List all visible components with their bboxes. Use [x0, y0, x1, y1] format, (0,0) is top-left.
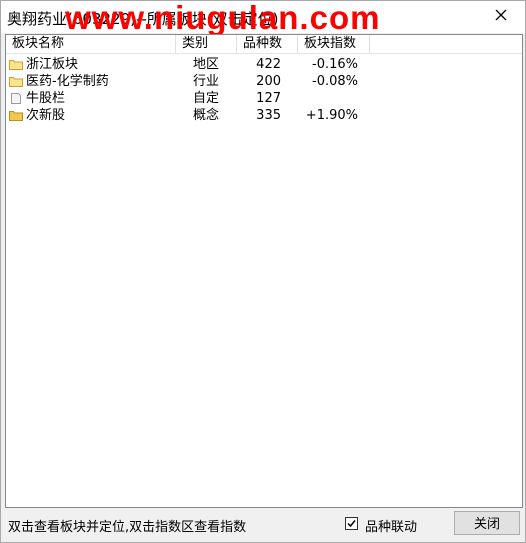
- close-button[interactable]: 关闭: [454, 511, 520, 535]
- document-icon: [11, 93, 21, 104]
- checkmark-icon: [347, 520, 356, 528]
- sector-name: 次新股: [26, 108, 66, 123]
- sector-index[interactable]: -0.16%: [298, 56, 358, 73]
- footer-bar: 双击查看板块并定位,双击指数区查看指数 品种联动 关闭: [1, 507, 525, 541]
- table-row[interactable]: 浙江板块 地区 422 -0.16%: [6, 56, 522, 73]
- sector-count: 200: [256, 74, 281, 89]
- sector-count: 422: [256, 57, 281, 72]
- sector-list[interactable]: 板块名称 类别 品种数 板块指数 浙江板块 地区 422 -0.16% 医药-化…: [5, 34, 523, 508]
- list-header: 板块名称 类别 品种数 板块指数: [6, 35, 522, 54]
- folder-icon: [9, 77, 23, 87]
- sector-index[interactable]: -0.08%: [298, 73, 358, 90]
- sector-index[interactable]: [298, 90, 358, 107]
- folder-icon: [9, 60, 23, 70]
- folder-icon: [9, 111, 23, 121]
- table-row[interactable]: 次新股 概念 335 +1.90%: [6, 107, 522, 124]
- table-row[interactable]: 医药-化学制药 行业 200 -0.08%: [6, 73, 522, 90]
- sector-category: 概念: [193, 108, 220, 123]
- sector-category: 行业: [193, 74, 220, 89]
- sector-name: 浙江板块: [26, 57, 79, 72]
- sector-category: 地区: [193, 57, 220, 72]
- sector-category: 自定: [193, 91, 220, 106]
- sector-count: 127: [256, 91, 281, 106]
- hint-text: 双击查看板块并定位,双击指数区查看指数: [8, 520, 247, 535]
- sector-count: 335: [256, 108, 281, 123]
- column-header-name[interactable]: 板块名称: [6, 35, 176, 53]
- table-row[interactable]: 牛股栏 自定 127: [6, 90, 522, 107]
- close-icon[interactable]: [493, 7, 509, 23]
- sector-name: 牛股栏: [26, 91, 66, 106]
- linkage-checkbox-label[interactable]: 品种联动: [365, 516, 417, 535]
- dialog-window: 奥翔药业(603229)--所属板块(双击定位) www.niugulan.co…: [0, 0, 526, 543]
- linkage-checkbox[interactable]: [345, 517, 358, 530]
- title-bar: 奥翔药业(603229)--所属板块(双击定位) www.niugulan.co…: [1, 0, 525, 36]
- sector-name: 医药-化学制药: [26, 74, 109, 89]
- column-header-count[interactable]: 品种数: [237, 35, 298, 53]
- sector-index[interactable]: +1.90%: [298, 107, 358, 124]
- column-header-category[interactable]: 类别: [176, 35, 237, 53]
- watermark: www.niugulan.com: [65, 0, 381, 36]
- column-header-index[interactable]: 板块指数: [298, 35, 370, 53]
